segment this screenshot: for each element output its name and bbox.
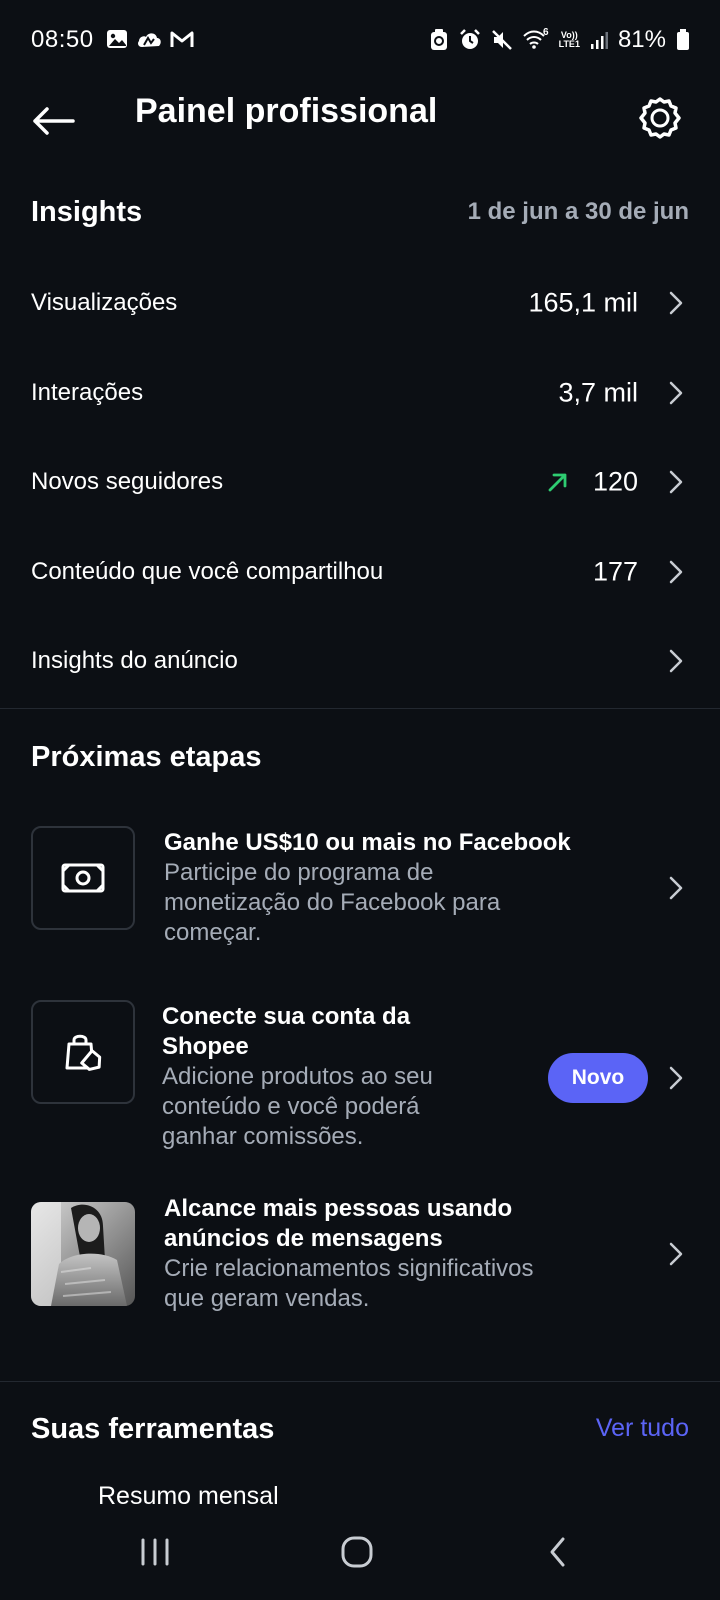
gallery-icon bbox=[107, 30, 127, 48]
gmail-icon bbox=[170, 31, 194, 47]
card-description-line: que geram vendas. bbox=[164, 1285, 370, 1312]
battery-icon bbox=[677, 29, 689, 50]
section-divider bbox=[0, 708, 720, 709]
chevron-right-icon bbox=[669, 470, 683, 494]
card-description-line: começar. bbox=[164, 919, 262, 946]
screen: 08:50 6 Vo)) LTE1 81% Painel profissiona… bbox=[0, 0, 720, 1600]
gear-icon bbox=[639, 97, 681, 139]
alarm-icon bbox=[459, 29, 480, 49]
card-title-line: Alcance mais pessoas usando bbox=[164, 1195, 513, 1222]
card-icon-box bbox=[31, 826, 135, 930]
chevron-right-icon bbox=[669, 1066, 683, 1090]
system-icons: 6 Vo)) LTE1 81% bbox=[429, 26, 690, 54]
wifi-icon: 6 bbox=[522, 27, 549, 51]
row-value: 120 bbox=[592, 466, 638, 497]
back-button[interactable] bbox=[28, 96, 78, 146]
row-label: Visualizações bbox=[31, 289, 178, 316]
row-label: Insights do anúncio bbox=[31, 647, 238, 674]
card-description-line: Crie relacionamentos significativos bbox=[164, 1255, 534, 1282]
insight-row-views[interactable]: Visualizações 165,1 mil bbox=[0, 259, 720, 347]
volte-bottom-label: LTE1 bbox=[558, 39, 580, 49]
see-all-link[interactable]: Ver tudo bbox=[596, 1414, 689, 1443]
mute-icon bbox=[491, 30, 512, 50]
insight-row-ad-insights[interactable]: Insights do anúncio bbox=[0, 617, 720, 705]
insight-row-new-followers[interactable]: Novos seguidores 120 bbox=[0, 438, 720, 526]
insight-row-interactions[interactable]: Interações 3,7 mil bbox=[0, 349, 720, 437]
recent-apps-icon bbox=[141, 1538, 169, 1566]
row-value: 165,1 mil bbox=[528, 287, 638, 318]
battery-percent: 81% bbox=[617, 26, 666, 53]
insights-title: Insights bbox=[31, 196, 143, 228]
chevron-right-icon bbox=[669, 560, 683, 584]
arrow-left-icon bbox=[33, 107, 75, 135]
chevron-right-icon bbox=[669, 876, 683, 900]
row-label: Conteúdo que você compartilhou bbox=[31, 558, 384, 585]
new-badge: Novo bbox=[548, 1053, 648, 1103]
row-label: Interações bbox=[31, 379, 144, 406]
chevron-right-icon bbox=[669, 1242, 683, 1266]
card-title-line: anúncios de mensagens bbox=[164, 1225, 443, 1252]
page-title: Painel profissional bbox=[135, 92, 438, 130]
card-title-line: Shopee bbox=[162, 1033, 249, 1060]
settings-button[interactable] bbox=[632, 90, 688, 146]
card-text: Alcance mais pessoas usando anúncios de … bbox=[164, 1194, 534, 1314]
card-description-line: ganhar comissões. bbox=[162, 1123, 364, 1150]
trend-up-icon bbox=[548, 473, 567, 492]
app-header: Painel profissional bbox=[0, 84, 720, 184]
card-icon-box bbox=[31, 1000, 135, 1104]
row-value: 177 bbox=[592, 556, 638, 587]
notification-icons bbox=[106, 28, 194, 50]
card-title-line: Conecte sua conta da bbox=[162, 1003, 411, 1030]
next-step-card-monetization[interactable]: Ganhe US$10 ou mais no Facebook Particip… bbox=[0, 822, 720, 946]
next-step-card-shopee[interactable]: Conecte sua conta da Shopee Adicione pro… bbox=[0, 996, 720, 1150]
recent-apps-button[interactable] bbox=[125, 1527, 185, 1577]
tools-title: Suas ferramentas bbox=[31, 1413, 275, 1445]
cloud-icon bbox=[138, 33, 161, 47]
status-time: 08:50 bbox=[31, 26, 94, 53]
money-icon bbox=[61, 863, 105, 893]
chevron-right-icon bbox=[669, 381, 683, 405]
chevron-right-icon bbox=[669, 291, 683, 315]
chevron-right-icon bbox=[669, 649, 683, 673]
section-divider bbox=[0, 1381, 720, 1382]
tool-item-monthly-summary[interactable]: Resumo mensal bbox=[98, 1482, 279, 1504]
card-text: Conecte sua conta da Shopee Adicione pro… bbox=[162, 1002, 433, 1152]
volte-indicator: Vo)) LTE1 bbox=[559, 31, 580, 49]
card-description-line: conteúdo e você poderá bbox=[162, 1093, 420, 1120]
insight-row-shared-content[interactable]: Conteúdo que você compartilhou 177 bbox=[0, 528, 720, 616]
back-nav-button[interactable] bbox=[528, 1527, 588, 1577]
next-step-card-message-ads[interactable]: Alcance mais pessoas usando anúncios de … bbox=[0, 1195, 720, 1328]
card-text: Ganhe US$10 ou mais no Facebook Particip… bbox=[164, 828, 571, 948]
next-steps-title: Próximas etapas bbox=[31, 741, 262, 773]
card-description-line: monetização do Facebook para bbox=[164, 889, 501, 916]
system-nav-bar bbox=[0, 1505, 720, 1600]
status-bar: 08:50 6 Vo)) LTE1 81% bbox=[0, 0, 720, 84]
card-description-line: Adicione produtos ao seu bbox=[162, 1063, 433, 1090]
home-button[interactable] bbox=[327, 1527, 387, 1577]
row-value: 3,7 mil bbox=[558, 377, 638, 408]
wifi-6-label: 6 bbox=[543, 27, 549, 38]
row-label: Novos seguidores bbox=[31, 468, 224, 495]
card-description-line: Participe do programa de bbox=[164, 859, 434, 886]
woman-photo-thumbnail bbox=[31, 1202, 135, 1306]
back-nav-icon bbox=[550, 1537, 565, 1567]
home-icon bbox=[341, 1536, 373, 1568]
app-icon bbox=[430, 29, 447, 50]
date-range[interactable]: 1 de jun a 30 de jun bbox=[468, 198, 689, 226]
signal-icon bbox=[590, 32, 608, 49]
shopping-bag-tag-icon bbox=[65, 1034, 102, 1071]
card-title: Ganhe US$10 ou mais no Facebook bbox=[164, 829, 571, 856]
